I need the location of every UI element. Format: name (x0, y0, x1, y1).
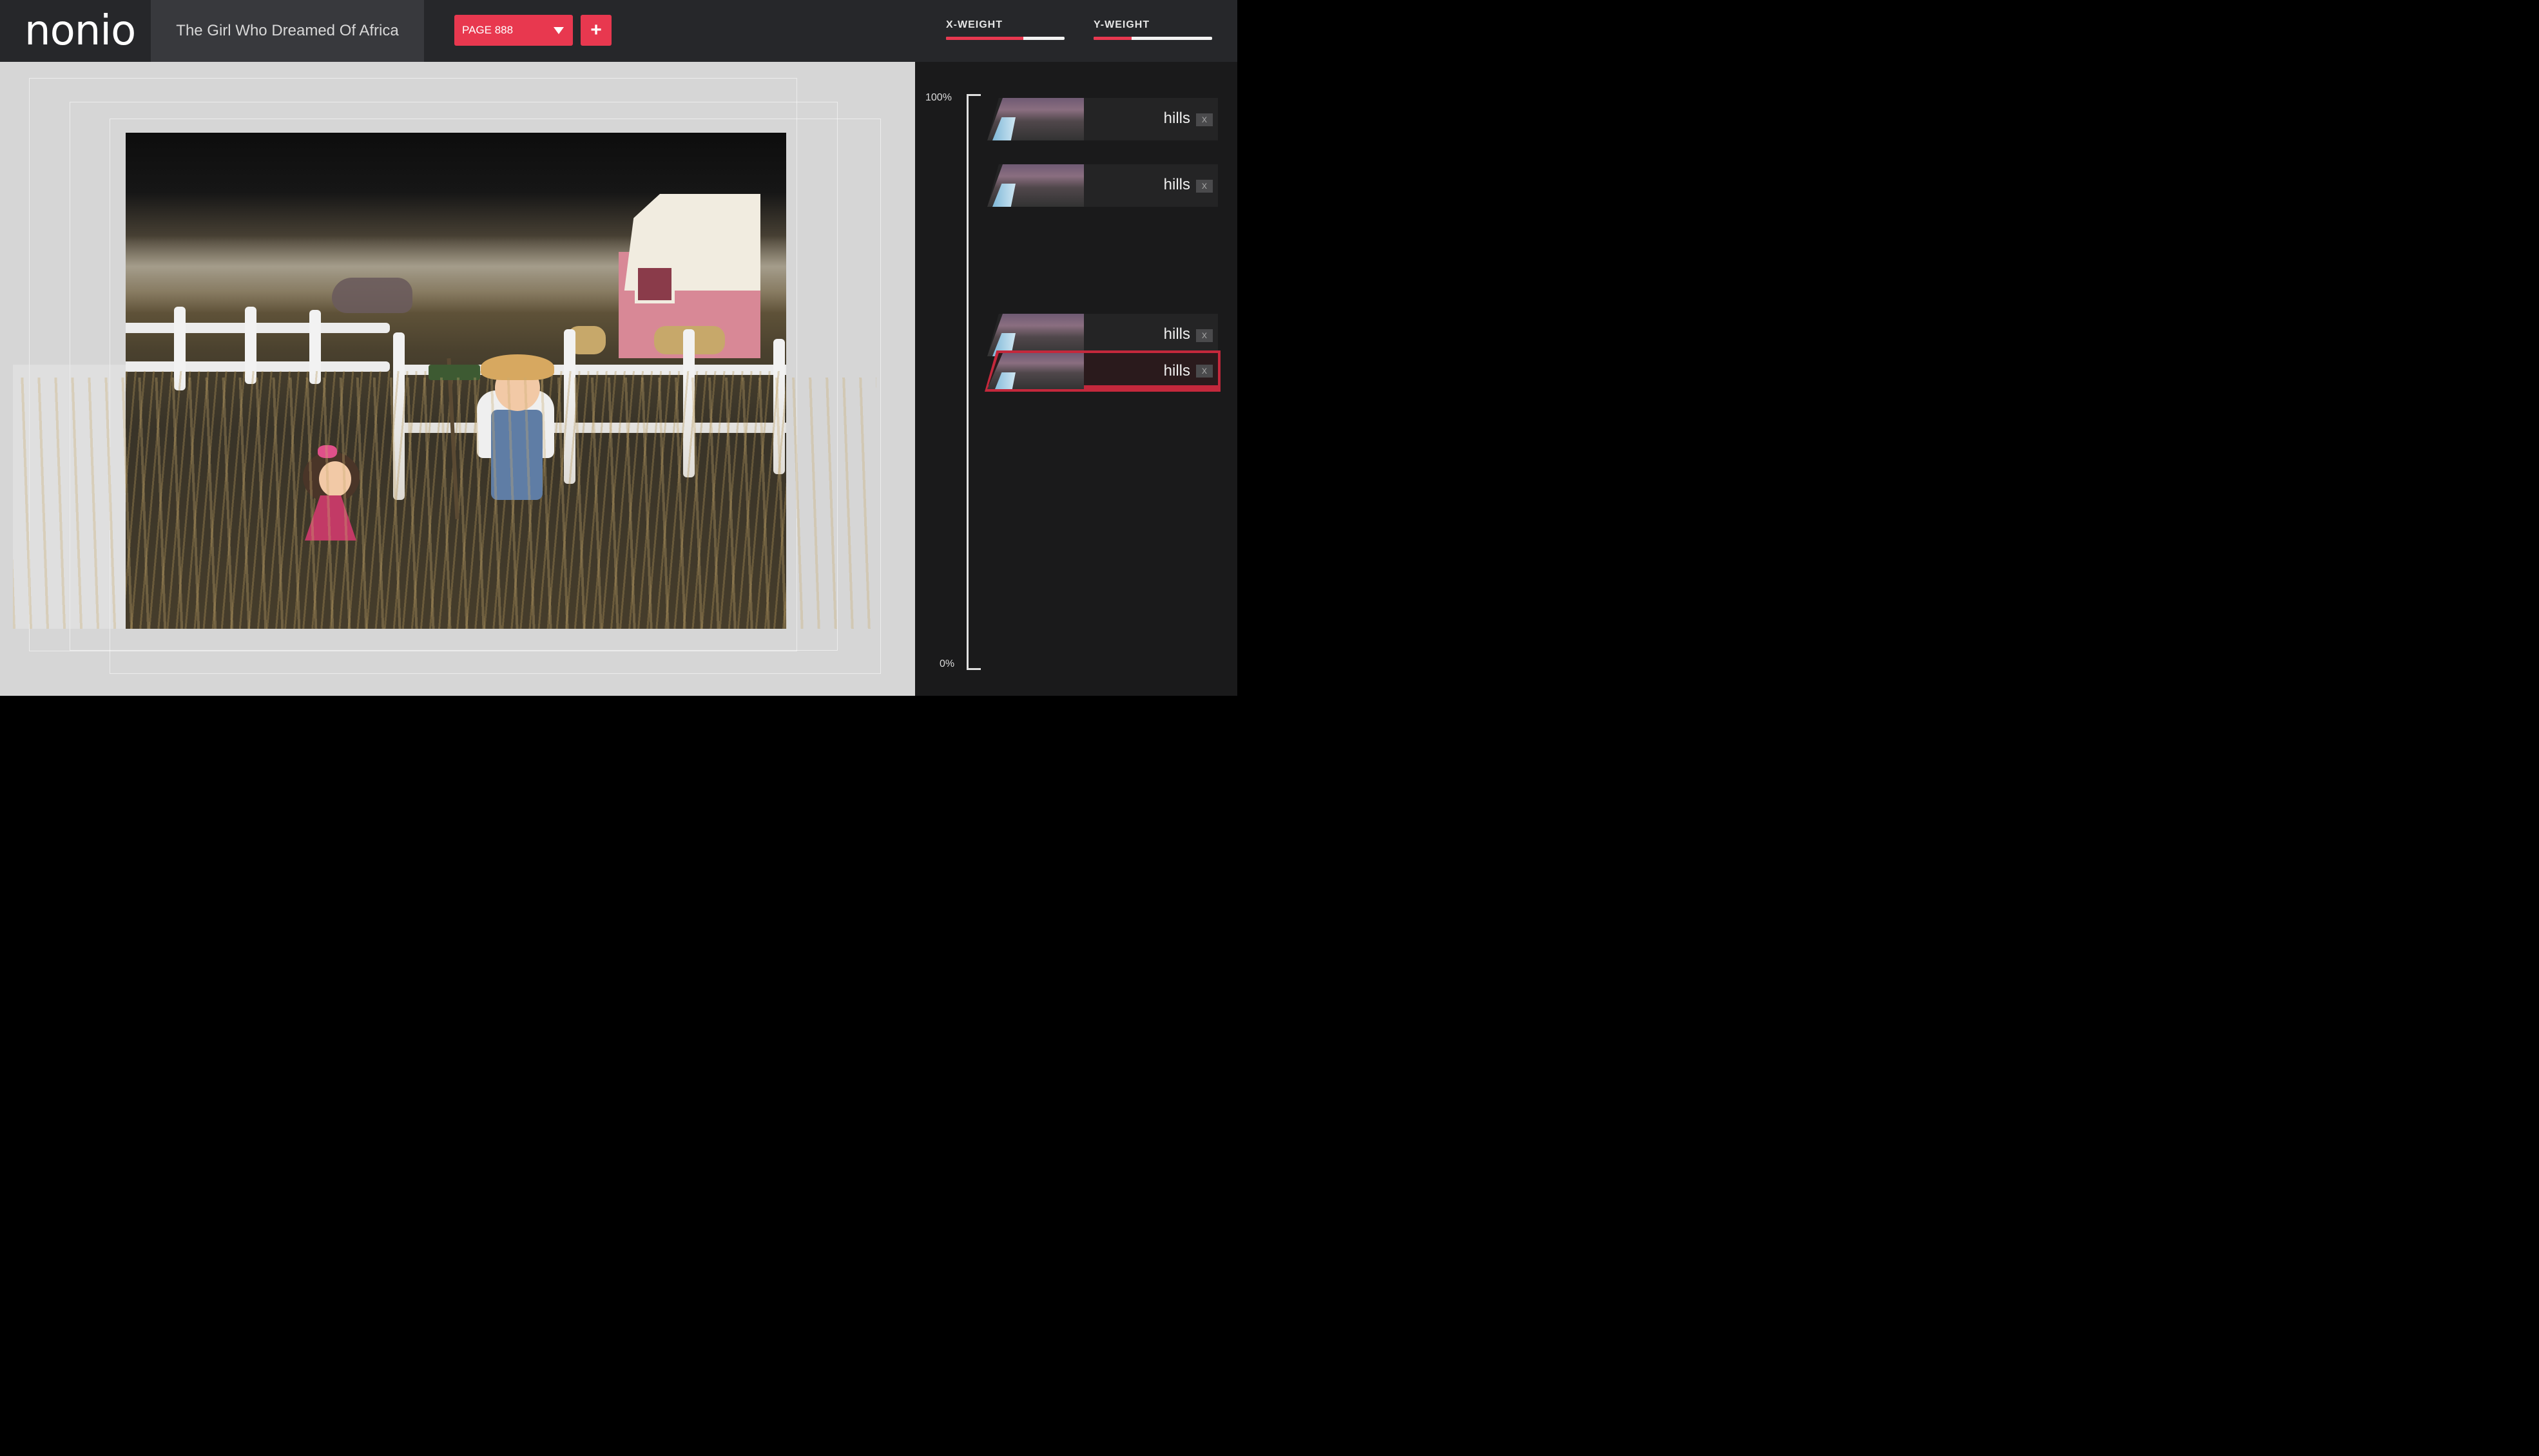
layer-item[interactable]: hills x (987, 164, 1218, 207)
boy-hat (481, 354, 554, 380)
layer-thumbnail (987, 164, 1084, 207)
weight-controls: X-WEIGHT Y-WEIGHT (915, 0, 1237, 62)
close-icon[interactable]: x (1196, 365, 1213, 378)
layer-thumbnail (987, 353, 1084, 389)
add-page-button[interactable]: + (581, 15, 612, 46)
scale-top-tick (967, 94, 981, 96)
layer-item[interactable]: hills x (987, 314, 1218, 356)
depth-scale (967, 95, 969, 670)
y-weight-label: Y-WEIGHT (1094, 19, 1150, 30)
page-select-dropdown[interactable]: PAGE 888 (454, 15, 573, 46)
layer-item-selected[interactable]: hills x (987, 353, 1218, 389)
nonio-logo[interactable]: nonio (24, 4, 136, 58)
horse-figure (332, 278, 412, 313)
book-title-box[interactable]: The Girl Who Dreamed Of Africa (151, 0, 424, 62)
x-weight-control: X-WEIGHT (946, 19, 1065, 40)
x-weight-label: X-WEIGHT (946, 19, 1003, 30)
layer-name: hills (1163, 325, 1190, 343)
close-icon[interactable]: x (1196, 329, 1213, 342)
top-bar: nonio The Girl Who Dreamed Of Africa PAG… (0, 0, 915, 62)
scale-bottom-tick (967, 668, 981, 670)
scale-bottom-label: 0% (940, 658, 955, 669)
layer-name: hills (1163, 110, 1190, 127)
chevron-down-icon (554, 26, 564, 34)
page-select-label: PAGE 888 (462, 24, 514, 36)
layer-thumbnail (987, 98, 1084, 140)
y-weight-slider[interactable] (1094, 37, 1212, 40)
barn-roof (624, 194, 760, 291)
layer-thumbnail (987, 314, 1084, 356)
layer-name: hills (1163, 176, 1190, 193)
foreground-grass-layer (13, 378, 876, 629)
app-window: nonio The Girl Who Dreamed Of Africa PAG… (0, 0, 1237, 696)
barn-window (635, 265, 675, 303)
x-weight-fill (946, 37, 1023, 40)
book-title: The Girl Who Dreamed Of Africa (176, 22, 399, 39)
y-weight-fill (1094, 37, 1132, 40)
y-weight-control: Y-WEIGHT (1094, 19, 1212, 40)
layer-item[interactable]: hills x (987, 98, 1218, 140)
page-canvas[interactable] (0, 62, 915, 696)
layer-name: hills (1163, 362, 1190, 379)
layers-panel: X-WEIGHT Y-WEIGHT 100% 0% hills x hills … (915, 0, 1237, 696)
fence-rail (126, 361, 390, 372)
scale-top-label: 100% (925, 92, 952, 103)
close-icon[interactable]: x (1196, 180, 1213, 193)
x-weight-slider[interactable] (946, 37, 1065, 40)
fence-rail (126, 323, 390, 333)
close-icon[interactable]: x (1196, 113, 1213, 126)
